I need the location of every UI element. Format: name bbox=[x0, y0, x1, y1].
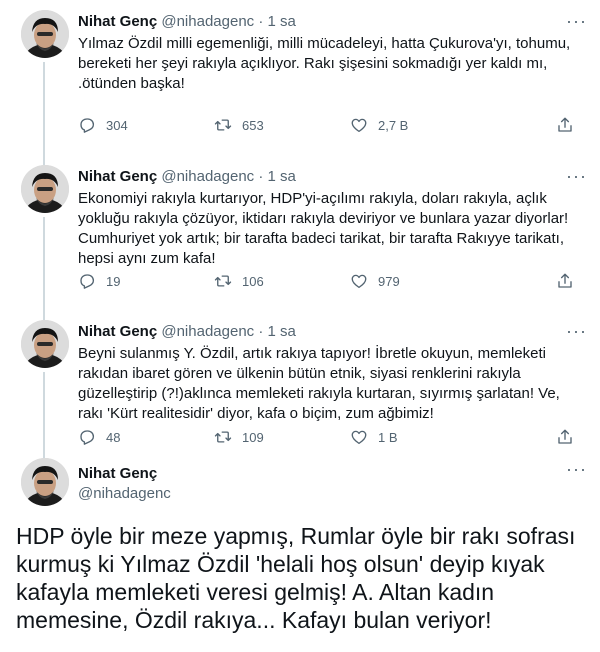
like-button[interactable]: 1 B bbox=[350, 428, 486, 446]
more-icon[interactable]: ··· bbox=[566, 12, 586, 36]
like-icon bbox=[351, 274, 367, 289]
tweet-header: Nihat Genç @nihadagenc · 1 sa bbox=[78, 12, 586, 32]
retweet-icon bbox=[214, 275, 232, 287]
tweet-text: Ekonomiyi rakıyla kurtarıyor, HDP'yi-açı… bbox=[78, 190, 569, 267]
separator-dot: · bbox=[258, 168, 264, 185]
author-handle[interactable]: @nihadagenc bbox=[161, 323, 254, 340]
author-handle[interactable]: @nihadagenc bbox=[78, 484, 171, 504]
thread-tweet-3[interactable]: Nihat Genç @nihadagenc · 1 sa ··· Beyni … bbox=[0, 310, 600, 470]
like-button[interactable]: 979 bbox=[350, 272, 486, 290]
retweet-count: 653 bbox=[242, 117, 264, 133]
tweet-header: Nihat Genç @nihadagenc · 1 sa bbox=[78, 322, 586, 342]
reply-button[interactable]: 304 bbox=[78, 116, 214, 134]
main-tweet-header: Nihat Genç @nihadagenc bbox=[78, 464, 171, 504]
retweet-button[interactable]: 106 bbox=[214, 272, 350, 290]
more-icon[interactable]: ··· bbox=[566, 167, 586, 191]
tweet-actions: 19 106 979 bbox=[78, 271, 586, 291]
author-name[interactable]: Nihat Genç bbox=[78, 13, 157, 30]
tweet-header: Nihat Genç @nihadagenc · 1 sa bbox=[78, 167, 586, 187]
share-button[interactable] bbox=[556, 116, 584, 134]
thread-line bbox=[43, 62, 45, 165]
main-tweet[interactable]: Nihat Genç @nihadagenc ··· HDP öyle bir … bbox=[0, 450, 600, 647]
avatar[interactable] bbox=[21, 165, 69, 213]
reply-button[interactable]: 48 bbox=[78, 428, 214, 446]
separator-dot: · bbox=[258, 13, 264, 30]
author-handle[interactable]: @nihadagenc bbox=[161, 168, 254, 185]
reply-count: 19 bbox=[106, 273, 121, 289]
tweet-time[interactable]: 1 sa bbox=[268, 168, 296, 185]
avatar[interactable] bbox=[21, 458, 69, 506]
share-icon bbox=[558, 117, 572, 132]
reply-icon bbox=[80, 118, 95, 133]
like-count: 1 B bbox=[378, 429, 398, 445]
reply-icon bbox=[80, 430, 95, 445]
separator-dot: · bbox=[258, 323, 264, 340]
like-count: 979 bbox=[378, 273, 400, 289]
author-name[interactable]: Nihat Genç bbox=[78, 464, 171, 484]
share-button[interactable] bbox=[556, 272, 584, 290]
share-icon bbox=[558, 429, 572, 444]
tweet-time[interactable]: 1 sa bbox=[268, 13, 296, 30]
reply-icon bbox=[80, 274, 95, 289]
thread-tweet-2[interactable]: Nihat Genç @nihadagenc · 1 sa ··· Ekonom… bbox=[0, 155, 600, 320]
author-name[interactable]: Nihat Genç bbox=[78, 168, 157, 185]
tweet-time[interactable]: 1 sa bbox=[268, 323, 296, 340]
retweet-button[interactable]: 653 bbox=[214, 116, 350, 134]
thread-line bbox=[43, 217, 45, 320]
main-tweet-text: HDP öyle bir meze yapmış, Rumlar öyle bi… bbox=[16, 523, 576, 633]
tweet-text: Yılmaz Özdil milli egemenliği, milli müc… bbox=[78, 35, 571, 92]
share-icon bbox=[558, 273, 572, 288]
retweet-button[interactable]: 109 bbox=[214, 428, 350, 446]
like-button[interactable]: 2,7 B bbox=[350, 116, 486, 134]
retweet-icon bbox=[214, 431, 232, 443]
author-name[interactable]: Nihat Genç bbox=[78, 323, 157, 340]
more-icon[interactable]: ··· bbox=[566, 322, 586, 346]
retweet-icon bbox=[214, 119, 232, 131]
retweet-count: 109 bbox=[242, 429, 264, 445]
reply-count: 304 bbox=[106, 117, 128, 133]
like-icon bbox=[351, 118, 367, 133]
like-icon bbox=[351, 430, 367, 445]
more-icon[interactable]: ··· bbox=[566, 460, 586, 484]
reply-button[interactable]: 19 bbox=[78, 272, 214, 290]
tweet-actions: 304 653 2,7 B bbox=[78, 115, 586, 135]
reply-count: 48 bbox=[106, 429, 121, 445]
tweet-text: Beyni sulanmış Y. Özdil, artık rakıya ta… bbox=[78, 345, 560, 422]
like-count: 2,7 B bbox=[378, 117, 409, 133]
author-handle[interactable]: @nihadagenc bbox=[161, 13, 254, 30]
tweet-actions: 48 109 1 B bbox=[78, 427, 586, 447]
retweet-count: 106 bbox=[242, 273, 264, 289]
avatar[interactable] bbox=[21, 10, 69, 58]
avatar[interactable] bbox=[21, 320, 69, 368]
share-button[interactable] bbox=[556, 428, 584, 446]
thread-tweet-1[interactable]: Nihat Genç @nihadagenc · 1 sa ··· Yılmaz… bbox=[0, 0, 600, 165]
